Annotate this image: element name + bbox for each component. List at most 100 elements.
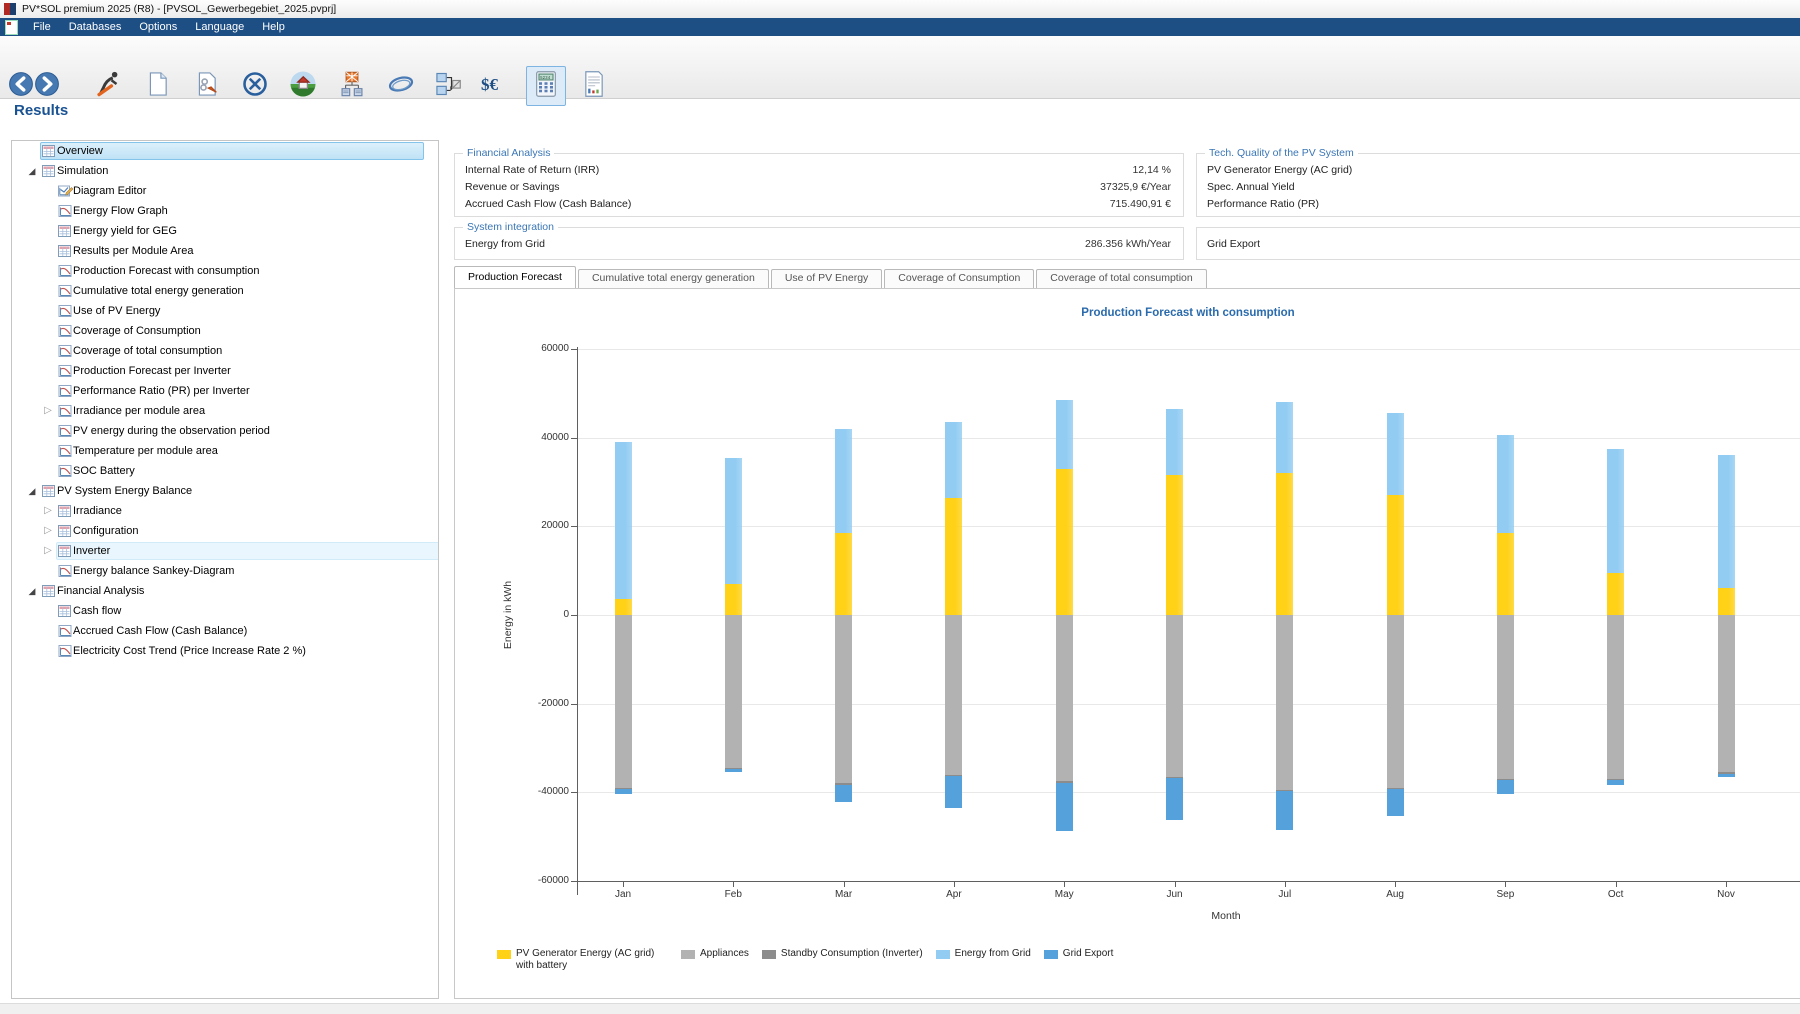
project-options-icon xyxy=(193,70,221,103)
tech-quality-row: PV Generator Energy (AC grid) xyxy=(1207,164,1800,179)
row-highlight xyxy=(56,542,439,560)
expander-expanded-icon[interactable]: ◢ xyxy=(26,582,38,600)
tree-item-label: Coverage of Consumption xyxy=(73,322,201,340)
tariffs-button[interactable]: $€ xyxy=(481,70,513,102)
menu-help[interactable]: Help xyxy=(253,18,294,36)
expander-collapsed-icon[interactable]: ▷ xyxy=(42,542,54,560)
tree-item-production-forecast-per-inverter[interactable]: Production Forecast per Inverter xyxy=(12,362,438,380)
cable-loop-button[interactable] xyxy=(385,70,417,102)
tree-item-financial-analysis[interactable]: ◢ Financial Analysis xyxy=(12,582,438,600)
y-tick xyxy=(571,526,577,527)
tree-item-inverter[interactable]: ▷Inverter xyxy=(12,542,438,560)
table-icon xyxy=(42,164,56,178)
close-project-button[interactable] xyxy=(239,70,271,102)
row-label: Accrued Cash Flow (Cash Balance) xyxy=(465,198,631,210)
tree-item-label: Temperature per module area xyxy=(73,442,218,460)
project-options-button[interactable] xyxy=(191,70,223,102)
menu-file[interactable]: File xyxy=(24,18,60,36)
tree-item-cumulative-total-energy-generation[interactable]: Cumulative total energy generation xyxy=(12,282,438,300)
tree-item-overview[interactable]: Overview xyxy=(12,142,438,160)
tree-item-performance-ratio-pr-per-inverter[interactable]: Performance Ratio (PR) per Inverter xyxy=(12,382,438,400)
bar-Mar-pv-generator-energy-ac-grid-with-battery xyxy=(835,533,852,615)
system-diagram-button[interactable] xyxy=(336,70,368,102)
chart-legend: PV Generator Energy (AC grid) with batte… xyxy=(497,948,1126,972)
tree-item-production-forecast-with-consumption[interactable]: Production Forecast with consumption xyxy=(12,262,438,280)
report-button[interactable] xyxy=(578,70,610,102)
new-project-icon xyxy=(144,70,172,103)
tab-use-of-pv-energy[interactable]: Use of PV Energy xyxy=(771,269,882,288)
financial-row: Revenue or Savings37325,9 €/Year xyxy=(465,181,1171,196)
bar-Oct-pv-generator-energy-ac-grid-with-battery xyxy=(1607,573,1624,615)
tree-item-soc-battery[interactable]: SOC Battery xyxy=(12,462,438,480)
tab-production-forecast[interactable]: Production Forecast xyxy=(454,266,576,288)
bar-Jul-grid-export xyxy=(1276,791,1293,830)
menu-language[interactable]: Language xyxy=(186,18,253,36)
tree-item-configuration[interactable]: ▷Configuration xyxy=(12,522,438,540)
new-project-button[interactable] xyxy=(142,70,174,102)
expander-collapsed-icon[interactable]: ▷ xyxy=(42,502,54,520)
expander-collapsed-icon[interactable]: ▷ xyxy=(42,522,54,540)
tree-item-label: Energy balance Sankey-Diagram xyxy=(73,562,234,580)
gridline xyxy=(577,349,1800,350)
tree-item-temperature-per-module-area[interactable]: Temperature per module area xyxy=(12,442,438,460)
system-diagram-icon xyxy=(338,70,366,103)
tree-item-label: SOC Battery xyxy=(73,462,135,480)
tree-item-diagram-editor[interactable]: Diagram Editor xyxy=(12,182,438,200)
x-axis-label: Month xyxy=(1211,910,1240,922)
tree-item-irradiance-per-module-area[interactable]: ▷Irradiance per module area xyxy=(12,402,438,420)
y-tick xyxy=(571,881,577,882)
tree-item-label: Production Forecast with consumption xyxy=(73,262,259,280)
expander-collapsed-icon[interactable]: ▷ xyxy=(42,402,54,420)
tree-item-electricity-cost-trend-price-increase-rate-2[interactable]: Electricity Cost Trend (Price Increase R… xyxy=(12,642,438,660)
x-tick-label: Feb xyxy=(711,889,755,900)
chart-icon xyxy=(58,404,72,418)
tree-item-irradiance[interactable]: ▷ Irradiance xyxy=(12,502,438,520)
tree-item-label: Coverage of total consumption xyxy=(73,342,222,360)
tree-item-coverage-of-consumption[interactable]: Coverage of Consumption xyxy=(12,322,438,340)
y-tick-label: -40000 xyxy=(519,786,569,797)
menu-options[interactable]: Options xyxy=(130,18,186,36)
bar-Apr-grid-export xyxy=(945,776,962,808)
tree-item-label: Financial Analysis xyxy=(57,582,144,600)
tree-item-use-of-pv-energy[interactable]: Use of PV Energy xyxy=(12,302,438,320)
x-tick xyxy=(954,882,955,887)
tree-item-energy-flow-graph[interactable]: Energy Flow Graph xyxy=(12,202,438,220)
project-wizard-button[interactable] xyxy=(93,70,125,102)
menu-databases[interactable]: Databases xyxy=(60,18,131,36)
row-label: Energy from Grid xyxy=(465,238,545,250)
app-icon xyxy=(4,3,16,15)
tree-item-accrued-cash-flow-cash-balance[interactable]: Accrued Cash Flow (Cash Balance) xyxy=(12,622,438,640)
chart-icon xyxy=(58,304,72,318)
tree-item-pv-system-energy-balance[interactable]: ◢PV System Energy Balance xyxy=(12,482,438,500)
tree-item-label: Irradiance xyxy=(73,502,122,520)
bar-Sep-energy-from-grid xyxy=(1497,435,1514,533)
tree-item-pv-energy-during-the-observation-period[interactable]: PV energy during the observation period xyxy=(12,422,438,440)
tab-cumulative-total-energy-generation[interactable]: Cumulative total energy generation xyxy=(578,269,769,288)
circuit-plan-button[interactable] xyxy=(432,70,464,102)
expander-expanded-icon[interactable]: ◢ xyxy=(26,482,38,500)
expander-expanded-icon[interactable]: ◢ xyxy=(26,162,38,180)
row-label: Grid Export xyxy=(1207,238,1260,250)
simulation-button[interactable]: 5234 xyxy=(526,66,566,106)
tab-coverage-of-total-consumption[interactable]: Coverage of total consumption xyxy=(1036,269,1206,288)
forward-button[interactable] xyxy=(31,70,63,102)
row-label: Performance Ratio (PR) xyxy=(1207,198,1319,210)
report-icon xyxy=(580,70,608,103)
y-tick xyxy=(571,704,577,705)
chart-icon xyxy=(58,344,72,358)
tree-item-results-per-module-area[interactable]: Results per Module Area xyxy=(12,242,438,260)
chart-icon xyxy=(58,284,72,298)
tree-item-energy-yield-for-geg[interactable]: Energy yield for GEG xyxy=(12,222,438,240)
y-tick-label: -60000 xyxy=(519,875,569,886)
tree-item-cash-flow[interactable]: Cash flow xyxy=(12,602,438,620)
groupbox-title: Tech. Quality of the PV System xyxy=(1205,147,1358,159)
table-icon xyxy=(58,224,72,238)
y-tick-label: -20000 xyxy=(519,698,569,709)
bar-Feb-appliances xyxy=(725,615,742,768)
financial-row: Internal Rate of Return (IRR)12,14 % xyxy=(465,164,1171,179)
tree-item-energy-balance-sankey-diagram[interactable]: Energy balance Sankey-Diagram xyxy=(12,562,438,580)
tree-item-simulation[interactable]: ◢Simulation xyxy=(12,162,438,180)
tab-coverage-of-consumption[interactable]: Coverage of Consumption xyxy=(884,269,1034,288)
tree-item-coverage-of-total-consumption[interactable]: Coverage of total consumption xyxy=(12,342,438,360)
3d-design-button[interactable] xyxy=(287,70,319,102)
